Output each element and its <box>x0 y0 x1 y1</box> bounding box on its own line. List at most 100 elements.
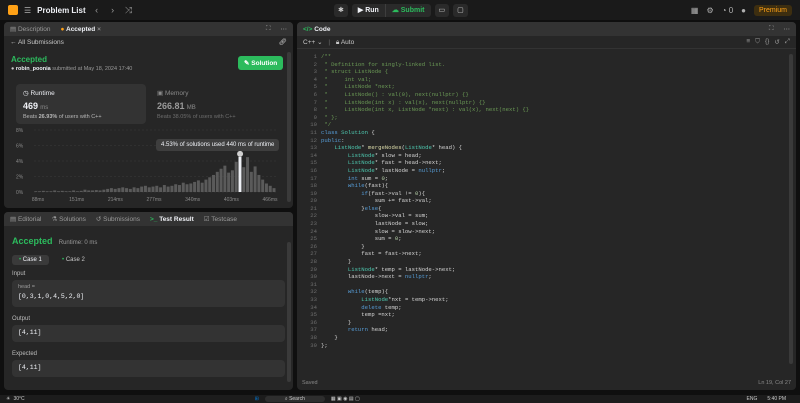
all-submissions-link[interactable]: ← All Submissions <box>10 39 64 46</box>
tab-description[interactable]: ▤ Description <box>10 25 50 33</box>
chart-bar[interactable] <box>117 188 121 192</box>
windows-start-icon[interactable]: ⊞ <box>255 396 259 402</box>
chart-bar[interactable] <box>204 179 208 192</box>
chart-bar[interactable] <box>147 187 151 192</box>
left-scrollbar[interactable] <box>287 52 291 202</box>
chart-bar[interactable] <box>189 183 193 192</box>
chart-bar[interactable] <box>106 188 110 192</box>
chart-bar[interactable] <box>246 157 250 192</box>
chart-bar[interactable] <box>151 186 155 192</box>
chart-bar[interactable] <box>41 190 45 192</box>
taskbar-apps-icon[interactable]: ▦ ▣ ◉ ▤ ▢ <box>331 396 360 402</box>
chart-bar[interactable] <box>227 172 231 192</box>
chart-bar[interactable] <box>253 166 257 192</box>
chart-bar[interactable] <box>136 188 140 192</box>
chart-bar[interactable] <box>56 191 60 192</box>
chart-bar[interactable] <box>261 179 265 192</box>
chart-bar[interactable] <box>249 171 253 192</box>
bottom-scrollbar[interactable] <box>287 242 291 382</box>
chart-bar[interactable] <box>102 189 106 192</box>
runtime-box[interactable]: ◷ Runtime 469 ms Beats 26.93% of users w… <box>16 84 146 124</box>
tab-solutions[interactable]: ⚗ Solutions <box>51 215 85 223</box>
reset-icon[interactable]: ↺ <box>774 38 779 46</box>
chart-bar[interactable] <box>125 188 129 192</box>
chart-bar[interactable] <box>234 161 238 192</box>
code-expand-icon[interactable]: ⛶ <box>769 25 774 33</box>
chart-bar[interactable] <box>177 185 181 192</box>
chart-bar[interactable] <box>132 187 136 192</box>
chart-bar[interactable] <box>230 170 234 192</box>
code-scrollbar[interactable] <box>789 54 793 364</box>
chart-bar[interactable] <box>53 190 57 192</box>
tab-editorial[interactable]: ▤ Editorial <box>10 215 41 223</box>
notes-button[interactable]: ▭ <box>434 3 450 17</box>
chart-bar[interactable] <box>219 168 223 192</box>
memory-box[interactable]: ▣ Memory 266.81 MB Beats 38.05% of users… <box>152 84 282 124</box>
leetcode-logo-icon[interactable] <box>8 5 18 15</box>
tab-submissions[interactable]: ↺ Submissions <box>96 215 140 223</box>
chart-bar[interactable] <box>170 185 174 192</box>
braces-icon[interactable]: {} <box>765 38 769 46</box>
streak-icon[interactable]: ◔ 0 <box>722 6 734 15</box>
more-icon[interactable]: ⋯ <box>281 25 288 33</box>
chart-bar[interactable] <box>257 174 261 192</box>
runtime-distribution-chart[interactable]: 8% 6% 4% 2% 0% 88ms 151ms 214ms 277ms 340ms 403ms 4… <box>14 126 284 206</box>
chart-bar[interactable] <box>128 188 132 192</box>
taskbar-lang[interactable]: ENG <box>747 396 758 402</box>
chart-bar[interactable] <box>185 184 189 192</box>
bookmark-icon[interactable]: ⛉ <box>755 38 760 46</box>
chart-bar[interactable] <box>98 190 102 192</box>
tab-test-result[interactable]: >_ Test Result <box>150 216 194 223</box>
debug-button[interactable]: ✱ <box>334 3 348 17</box>
close-icon[interactable]: × <box>97 26 101 33</box>
chart-bar[interactable] <box>72 190 76 192</box>
chart-bar[interactable] <box>94 190 98 192</box>
shuffle-icon[interactable]: ⤨ <box>124 5 134 16</box>
layout-icon[interactable]: ▦ <box>691 6 699 15</box>
fullscreen-icon[interactable]: ⤢ <box>785 38 790 46</box>
chart-bar[interactable] <box>264 183 268 192</box>
chart-bar[interactable] <box>45 191 49 192</box>
language-select[interactable]: C++ ⌄ <box>303 39 323 46</box>
code-editor[interactable]: 1 2 3 4 5 6 7 8 9 10 11 12 13 14 15 16 17 18 19 20 21 22 23 24 2… <box>297 53 787 373</box>
chart-bar[interactable] <box>34 191 38 192</box>
chart-bar[interactable] <box>75 191 79 192</box>
premium-button[interactable]: Premium <box>753 4 792 16</box>
chart-bar[interactable] <box>215 171 219 192</box>
tab-accepted[interactable]: ● Accepted × <box>60 26 100 33</box>
chart-bar[interactable] <box>79 190 83 192</box>
chart-bar[interactable] <box>87 190 91 192</box>
code-more-icon[interactable]: ⋯ <box>784 25 791 33</box>
highlighted-bar[interactable] <box>238 156 242 192</box>
settings-icon[interactable]: ⚙ <box>706 6 713 15</box>
run-button[interactable]: ▶ Run <box>352 4 385 17</box>
chart-bar[interactable] <box>155 185 159 192</box>
prev-problem-icon[interactable]: ‹ <box>92 5 102 15</box>
chart-bar[interactable] <box>272 188 276 192</box>
chart-bar[interactable] <box>181 182 185 192</box>
case-1-button[interactable]: • Case 1 <box>12 255 49 265</box>
chart-bar[interactable] <box>212 174 215 192</box>
list-icon[interactable]: ☰ <box>24 6 31 15</box>
tab-testcase[interactable]: ☑ Testcase <box>204 215 237 223</box>
author-name[interactable]: robin_poonia <box>16 66 51 72</box>
submit-button[interactable]: ☁ Submit <box>384 3 431 17</box>
chart-bar[interactable] <box>200 182 204 192</box>
link-icon[interactable]: 🔗︎ <box>279 38 287 46</box>
chart-bar[interactable] <box>143 185 147 192</box>
next-problem-icon[interactable]: › <box>108 5 118 15</box>
chart-bar[interactable] <box>268 185 272 192</box>
weather-icon[interactable]: ☀ <box>6 396 10 402</box>
chart-bar[interactable] <box>196 180 200 192</box>
chart-bar[interactable] <box>38 191 42 192</box>
chart-bar[interactable] <box>68 191 72 192</box>
chart-bar[interactable] <box>162 185 166 192</box>
chart-bar[interactable] <box>223 165 227 192</box>
expand-icon[interactable]: ⛶ <box>266 25 271 33</box>
chart-bar[interactable] <box>242 167 246 192</box>
avatar[interactable]: ● <box>741 6 746 15</box>
chart-bar[interactable] <box>49 191 53 192</box>
auto-mode-toggle[interactable]: 🔒︎ Auto <box>336 39 354 46</box>
chart-bar[interactable] <box>159 187 163 192</box>
chart-bar[interactable] <box>83 189 87 192</box>
